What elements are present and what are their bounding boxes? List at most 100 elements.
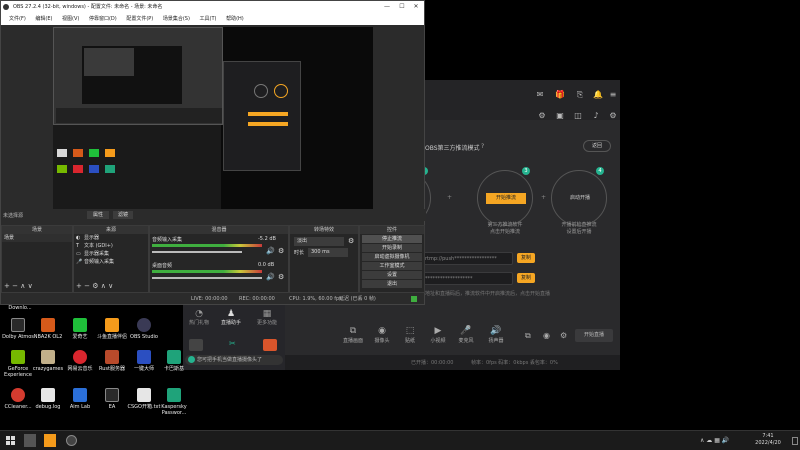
gear-icon[interactable]: ⚙ (278, 247, 284, 255)
desktop-icon[interactable]: Aim Lab (62, 388, 98, 410)
desktop-icon[interactable]: 斗鱼直播伴侣 (94, 318, 130, 340)
gear-icon[interactable]: ⚙ (560, 331, 567, 340)
desktop-icon[interactable]: EA (94, 388, 130, 410)
desktop-icon-downloads[interactable]: Downlo... (2, 305, 38, 311)
stream-key-field[interactable]: ******************* (420, 272, 513, 285)
desktop-icon[interactable]: debug.log (30, 388, 66, 410)
source-item[interactable]: 🎤 音频输入采集 (74, 258, 148, 266)
menu-profile[interactable]: 配置文件(P) (126, 16, 153, 22)
chevron-up-icon[interactable]: ∧ (20, 282, 25, 290)
exit-button[interactable]: 退出 (362, 280, 422, 288)
scene-item[interactable]: 场景 (2, 234, 72, 242)
virtual-camera-button[interactable]: 启动虚拟摄像机 (362, 253, 422, 261)
desktop-icon[interactable]: crazygames (30, 350, 66, 372)
remove-icon[interactable]: − (84, 282, 90, 290)
desktop-icon[interactable]: 爱奇艺 (62, 318, 98, 340)
source-item[interactable]: T 文本 (GDI+) (74, 242, 148, 250)
settings-button[interactable]: 设置 (362, 271, 422, 279)
stop-streaming-button[interactable]: 停止推流 (362, 235, 422, 243)
assistant-item-helper[interactable]: ♟ 直播助手 (219, 309, 243, 326)
obs-preview[interactable] (53, 27, 373, 209)
gear-icon[interactable]: ⚙ (348, 237, 354, 245)
desktop-icon-label: Aim Lab (69, 404, 91, 410)
volume-slider[interactable] (152, 251, 242, 253)
volume-slider[interactable] (152, 277, 262, 279)
step-3-number: 3 (522, 167, 530, 175)
tool-microphone[interactable]: 🎤 麦克风 (451, 326, 481, 344)
help-icon[interactable]: ? (481, 143, 484, 150)
clock[interactable]: 7:41 2022/4/20 (748, 433, 788, 447)
notification-icon[interactable]: 🔔 (593, 90, 603, 100)
tray-icons[interactable]: ∧ ☁ ▦ 🔊 (700, 437, 729, 444)
taskbar-app-icon[interactable] (24, 434, 36, 447)
red-packet-icon[interactable] (263, 339, 277, 351)
copy-key-button[interactable]: 复制 (517, 273, 535, 283)
source-item[interactable]: ▭ 显示器采集 (74, 250, 148, 258)
menu-icon[interactable]: ≡ (608, 90, 618, 100)
camera-toggle-icon[interactable]: ⧉ (525, 331, 531, 341)
tool-screen[interactable]: ⧉ 直播画面 (338, 326, 368, 344)
add-icon[interactable]: + (4, 282, 10, 290)
tool-video[interactable]: ▶ 小视频 (423, 326, 453, 344)
taskbar-obs-icon[interactable] (66, 435, 77, 446)
start-recording-button[interactable]: 开始录制 (362, 244, 422, 252)
settings-gear-icon[interactable]: ⚙ (608, 111, 618, 121)
tool-sticker[interactable]: ⬚ 贴纸 (395, 326, 425, 344)
back-button[interactable]: 返回 (583, 140, 611, 152)
menu-help[interactable]: 帮助(H) (226, 16, 244, 22)
transition-select[interactable]: 淡出 (294, 237, 344, 246)
assistant-item-gifts[interactable]: ◔ 热门礼物 (187, 309, 211, 326)
menu-scene-collection[interactable]: 场景集合(S) (163, 16, 190, 22)
source-item[interactable]: ◐ 显示器 (74, 234, 148, 242)
step-3-label[interactable]: 开始推流 (486, 193, 526, 204)
notification-center-icon[interactable] (792, 437, 798, 445)
desktop-icon[interactable]: OBS Studio (126, 318, 162, 340)
taskbar-douyu-icon[interactable] (44, 434, 56, 447)
add-icon[interactable]: + (76, 282, 82, 290)
properties-button[interactable]: 属性 (87, 211, 109, 219)
desktop-icon[interactable]: NBA2K OL2 (30, 318, 66, 340)
tool-speaker[interactable]: 🔊 扬声器 (481, 326, 511, 344)
menu-edit[interactable]: 编辑(E) (35, 16, 52, 22)
start-live-button[interactable]: 开始直播 (575, 329, 613, 342)
notice-bar[interactable]: 您可把手机当做直播摄像头了 (185, 355, 283, 365)
gear-icon[interactable]: ⚙ (278, 273, 284, 281)
speaker-icon[interactable]: 🔊 (266, 247, 275, 255)
gear-icon[interactable]: ⚙ (92, 282, 98, 290)
share-icon[interactable]: ⎘ (575, 90, 585, 100)
menu-file[interactable]: 文件(F) (9, 16, 26, 22)
chevron-down-icon[interactable]: ∨ (108, 282, 113, 290)
menu-view[interactable]: 视图(V) (62, 16, 79, 22)
assistant-item-more[interactable]: ▦ 更多功能 (253, 309, 281, 326)
mail-icon[interactable]: ✉ (535, 90, 545, 100)
menu-tools[interactable]: 工具(T) (200, 16, 217, 22)
filters-button[interactable]: 滤镜 (113, 211, 133, 219)
duration-field[interactable]: 300 ms (308, 248, 348, 257)
settings-icon[interactable]: ⚙ (537, 111, 547, 121)
video-icon: ▶ (434, 326, 442, 336)
skin-icon[interactable]: ◫ (573, 111, 583, 121)
minimize-icon[interactable]: — (380, 1, 394, 13)
chevron-up-icon[interactable]: ∧ (101, 282, 106, 290)
close-icon[interactable]: ✕ (409, 1, 423, 13)
tool-camera[interactable]: ◉ 摄像头 (367, 326, 397, 344)
start-button[interactable] (6, 436, 15, 445)
push-url-field[interactable]: rtmp://push***************** (420, 252, 513, 265)
studio-mode-button[interactable]: 工作室模式 (362, 262, 422, 270)
desktop-icon[interactable]: 卡巴斯基 (156, 350, 192, 372)
speaker-icon[interactable]: 🔊 (266, 273, 275, 281)
desktop-icon[interactable]: Kaspersky Passwor... (156, 388, 192, 416)
desktop-icon[interactable]: 网易云音乐 (62, 350, 98, 372)
remove-icon[interactable]: − (12, 282, 18, 290)
gift-icon[interactable]: 🎁 (555, 90, 565, 100)
bag-icon[interactable]: ▣ (555, 111, 565, 121)
desktop-icon[interactable]: Rust服务器 (94, 350, 130, 372)
copy-url-button[interactable]: 复制 (517, 253, 535, 263)
maximize-icon[interactable]: ☐ (395, 1, 409, 13)
link-icon[interactable]: ✂ (229, 339, 236, 348)
menu-docks[interactable]: 停靠窗口(D) (89, 16, 117, 22)
bell-icon[interactable]: ♪ (591, 111, 601, 121)
eye-icon[interactable]: ◉ (543, 331, 550, 340)
chevron-down-icon[interactable]: ∨ (28, 282, 33, 290)
step-4-desc: 开播前检查推流 设置后开播 (561, 222, 597, 235)
